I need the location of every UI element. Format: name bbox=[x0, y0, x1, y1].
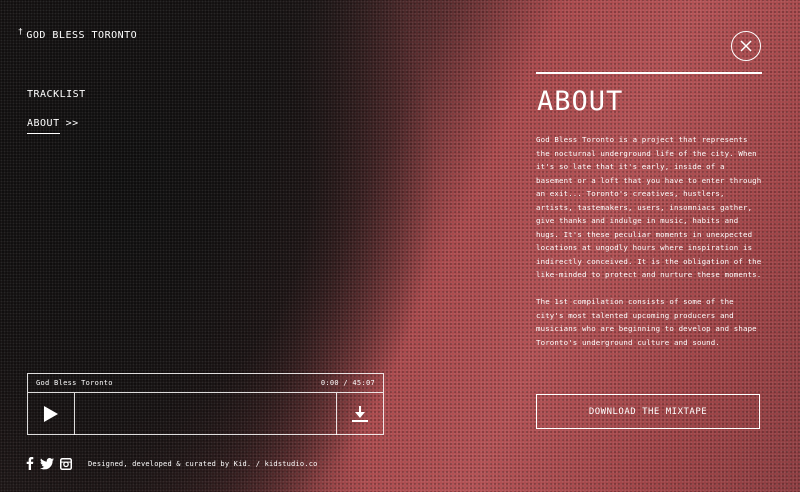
nav-item-label: ABOUT bbox=[27, 118, 60, 134]
download-mixtape-button[interactable]: DOWNLOAD THE MIXTAPE bbox=[536, 394, 760, 429]
twitter-link[interactable] bbox=[40, 457, 54, 470]
nav-item-tracklist[interactable]: TRACKLIST bbox=[27, 89, 86, 100]
close-icon bbox=[740, 40, 752, 52]
about-paragraph: The 1st compilation consists of some of … bbox=[536, 297, 757, 347]
track-time: 0:00 / 45:07 bbox=[320, 379, 375, 387]
track-title: God Bless Toronto bbox=[36, 379, 113, 387]
main-nav: TRACKLIST ABOUT >> bbox=[27, 89, 86, 147]
facebook-link[interactable] bbox=[26, 457, 34, 470]
download-icon bbox=[352, 406, 368, 422]
download-mixtape-label: DOWNLOAD THE MIXTAPE bbox=[588, 406, 708, 417]
cross-icon: † bbox=[18, 27, 24, 36]
about-heading: ABOUT bbox=[537, 86, 624, 117]
player-info-bar: God Bless Toronto 0:00 / 45:07 bbox=[28, 374, 383, 393]
nav-item-about[interactable]: ABOUT >> bbox=[27, 118, 86, 134]
footer: Designed, developed & curated by Kid. / … bbox=[26, 457, 318, 470]
instagram-link[interactable] bbox=[60, 457, 72, 470]
facebook-icon bbox=[26, 457, 34, 470]
play-button[interactable] bbox=[28, 393, 75, 435]
twitter-icon bbox=[40, 457, 54, 469]
section-divider bbox=[536, 72, 762, 74]
progress-track[interactable] bbox=[75, 393, 336, 435]
footer-credit[interactable]: Designed, developed & curated by Kid. / … bbox=[88, 460, 318, 468]
nav-item-label: TRACKLIST bbox=[27, 89, 86, 100]
instagram-icon bbox=[60, 457, 72, 470]
site-title: GOD BLESS TORONTO bbox=[26, 30, 138, 41]
play-icon bbox=[44, 406, 58, 422]
chevron-right-icon: >> bbox=[65, 118, 79, 129]
download-button[interactable] bbox=[336, 393, 383, 435]
close-button[interactable] bbox=[731, 31, 761, 61]
audio-player: God Bless Toronto 0:00 / 45:07 bbox=[27, 373, 384, 435]
site-logo[interactable]: † GOD BLESS TORONTO bbox=[18, 27, 138, 41]
about-text: God Bless Toronto is a project that repr… bbox=[536, 133, 764, 349]
about-paragraph: God Bless Toronto is a project that repr… bbox=[536, 135, 762, 279]
